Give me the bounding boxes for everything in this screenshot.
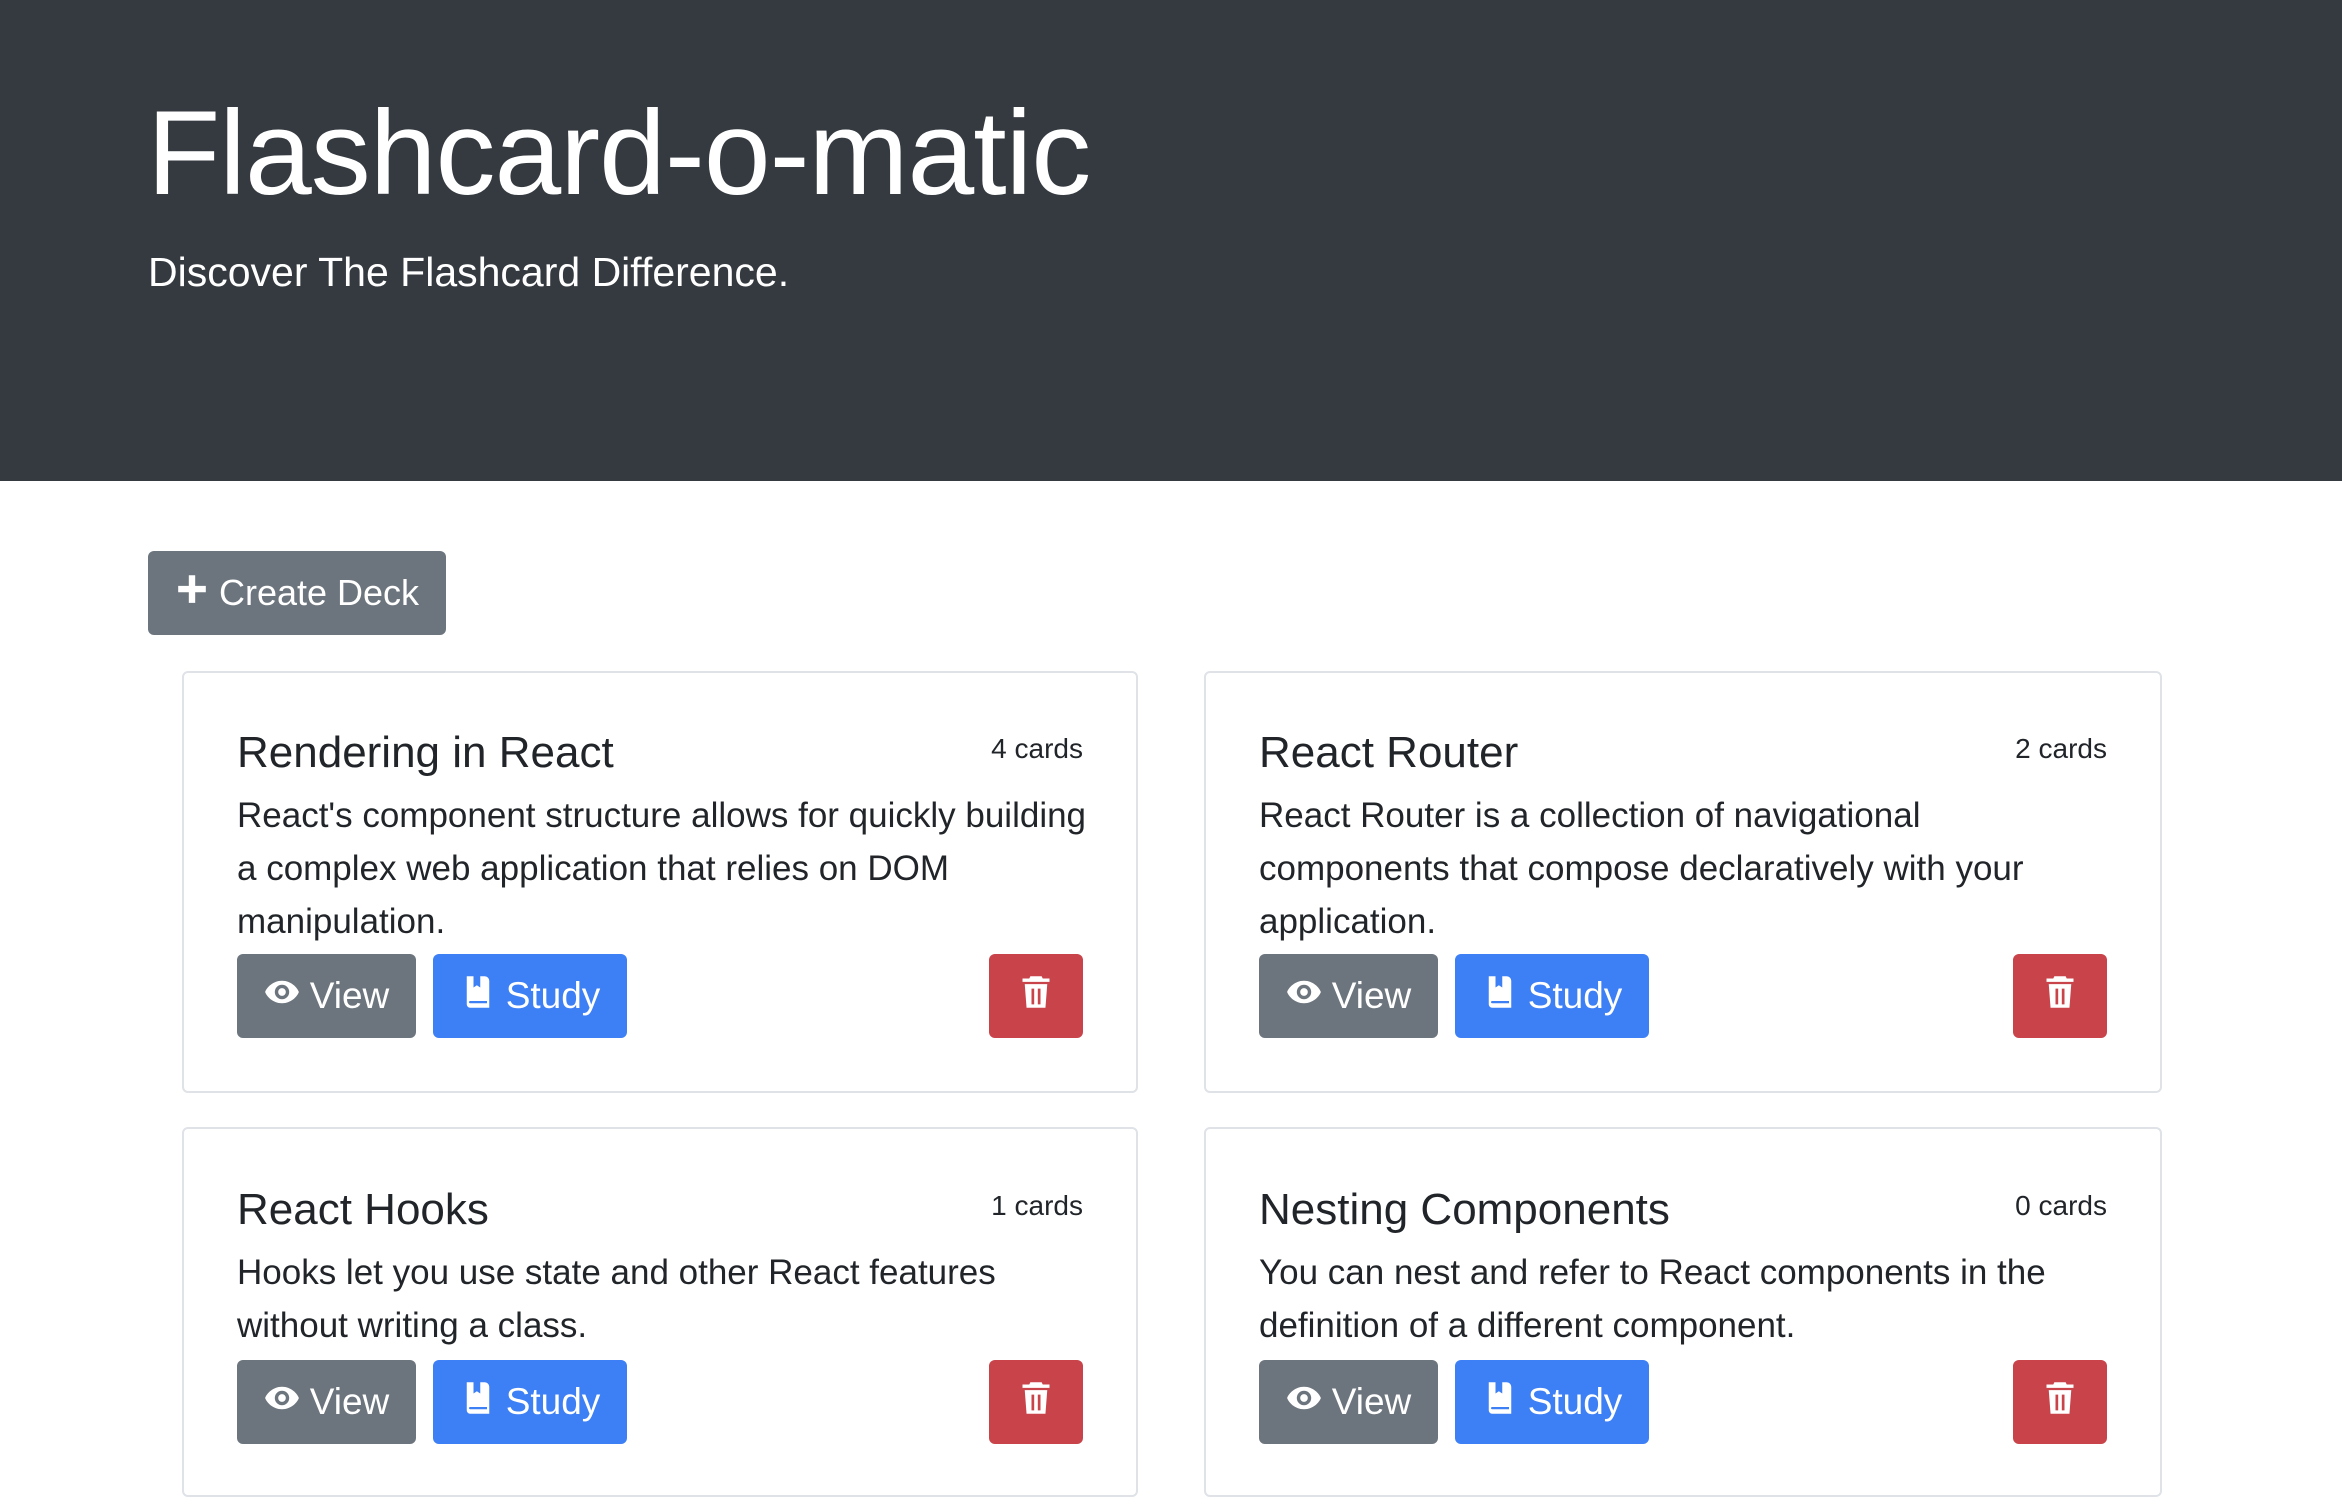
view-button[interactable]: View (1259, 1360, 1438, 1444)
view-label: View (1331, 975, 1412, 1016)
trash-icon (1018, 1380, 1054, 1425)
eye-icon (1286, 974, 1322, 1019)
delete-button[interactable] (989, 1360, 1083, 1444)
eye-icon (264, 1380, 300, 1425)
eye-icon (264, 974, 300, 1019)
book-icon (460, 1380, 496, 1425)
study-button[interactable]: Study (433, 954, 627, 1038)
study-button[interactable]: Study (1455, 954, 1649, 1038)
deck-description: You can nest and refer to React componen… (1259, 1253, 2046, 1345)
view-button[interactable]: View (1259, 954, 1438, 1038)
deck-card: Rendering in React 4 cards React's compo… (182, 671, 1138, 1093)
study-button[interactable]: Study (1455, 1360, 1649, 1444)
study-label: Study (1527, 1381, 1623, 1422)
book-icon (1482, 1380, 1518, 1425)
app-title: Flashcard-o-matic (147, 86, 1091, 220)
view-label: View (1331, 1381, 1412, 1422)
create-deck-label: Create Deck (218, 572, 420, 613)
deck-description: Hooks let you use state and other React … (237, 1253, 996, 1345)
eye-icon (1286, 1380, 1322, 1425)
deck-card-count: 2 cards (2015, 733, 2107, 764)
deck-title: Nesting Components (1259, 1185, 1670, 1234)
deck-card-count: 4 cards (991, 733, 1083, 764)
view-button[interactable]: View (237, 954, 416, 1038)
trash-icon (1018, 974, 1054, 1019)
study-button[interactable]: Study (433, 1360, 627, 1444)
view-label: View (309, 1381, 390, 1422)
view-label: View (309, 975, 390, 1016)
study-label: Study (1527, 975, 1623, 1016)
delete-button[interactable] (989, 954, 1083, 1038)
deck-title: Rendering in React (237, 728, 614, 777)
deck-description: React Router is a collection of navigati… (1259, 796, 2024, 941)
deck-description: React's component structure allows for q… (237, 796, 1087, 941)
view-button[interactable]: View (237, 1360, 416, 1444)
delete-button[interactable] (2013, 1360, 2107, 1444)
deck-card: React Router 2 cards React Router is a c… (1204, 671, 2162, 1093)
deck-card: React Hooks 1 cards Hooks let you use st… (182, 1127, 1138, 1497)
book-icon (460, 974, 496, 1019)
deck-card: Nesting Components 0 cards You can nest … (1204, 1127, 2162, 1497)
app-subtitle: Discover The Flashcard Difference. (148, 249, 790, 295)
deck-card-count: 1 cards (991, 1190, 1083, 1221)
deck-card-count: 0 cards (2015, 1190, 2107, 1221)
plus-icon (175, 572, 209, 615)
trash-icon (2042, 1380, 2078, 1425)
jumbotron-header: Flashcard-o-matic Discover The Flashcard… (0, 0, 2342, 481)
deck-title: React Hooks (237, 1185, 489, 1234)
study-label: Study (505, 1381, 601, 1422)
delete-button[interactable] (2013, 954, 2107, 1038)
study-label: Study (505, 975, 601, 1016)
book-icon (1482, 974, 1518, 1019)
create-deck-button[interactable]: Create Deck (148, 551, 446, 635)
trash-icon (2042, 974, 2078, 1019)
deck-title: React Router (1259, 728, 1519, 777)
